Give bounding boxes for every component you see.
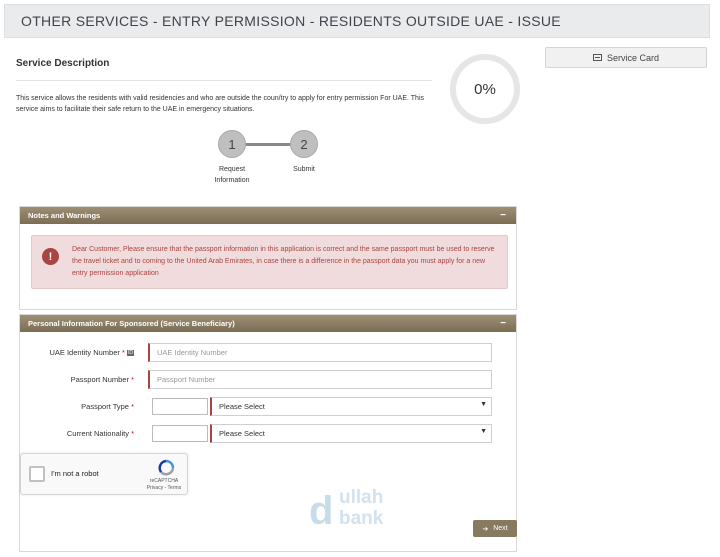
service-card-button[interactable]: Service Card — [545, 47, 707, 68]
exclamation-icon: ! — [42, 248, 59, 265]
step-2-circle: 2 — [290, 130, 318, 158]
required-mark: * — [131, 429, 134, 438]
collapse-icon[interactable]: − — [500, 210, 506, 221]
passport-number-row: Passport Number * — [20, 370, 518, 390]
watermark-logo: d ullah bank — [309, 487, 384, 528]
service-card-label: Service Card — [606, 52, 660, 63]
stepper: 1 2 Request Information Submit — [200, 128, 350, 188]
card-icon — [592, 54, 602, 61]
passport-type-label: Passport Type * — [81, 402, 134, 411]
passport-number-label: Passport Number * — [70, 375, 134, 384]
caret-down-icon: ▼ — [480, 401, 487, 408]
passport-type-select[interactable]: Please Select ▼ — [210, 397, 492, 416]
uae-id-input[interactable] — [148, 343, 492, 362]
notes-panel-title: Notes and Warnings — [28, 211, 101, 220]
alert-text: Dear Customer, Please ensure that the pa… — [72, 246, 495, 277]
nationality-label: Current Nationality * — [66, 429, 134, 438]
recaptcha-label: I'm not a robot — [51, 469, 99, 478]
required-mark: * — [131, 375, 134, 384]
personal-panel-title: Personal Information For Sponsored (Serv… — [28, 319, 235, 328]
next-label: Next — [493, 525, 508, 532]
service-description-title: Service Description — [16, 58, 110, 69]
nationality-select[interactable]: Please Select ▼ — [210, 424, 492, 443]
watermark-line1: ullah — [339, 487, 383, 508]
notes-panel-header[interactable]: Notes and Warnings − — [20, 207, 516, 224]
step-1-label: Request Information — [214, 166, 250, 184]
watermark-line2: bank — [339, 508, 384, 528]
caret-down-icon: ▼ — [480, 428, 487, 435]
progress-indicator: 0% — [450, 54, 520, 124]
required-mark: * — [121, 348, 125, 357]
passport-number-input[interactable] — [148, 370, 492, 389]
passport-type-code-input[interactable] — [152, 398, 208, 415]
recaptcha-logo-icon — [158, 459, 175, 476]
collapse-icon[interactable]: − — [500, 318, 506, 329]
nationality-code-input[interactable] — [152, 425, 208, 442]
step-2-label: Submit — [293, 166, 315, 173]
passport-type-row: Passport Type * Please Select ▼ — [20, 397, 518, 417]
progress-label: 0% — [474, 80, 496, 98]
page-title: OTHER SERVICES - ENTRY PERMISSION - RESI… — [4, 4, 710, 38]
id-card-icon: ID — [127, 350, 134, 356]
warning-alert: ! Dear Customer, Please ensure that the … — [31, 235, 508, 289]
step-1-circle: 1 — [218, 130, 246, 158]
recaptcha-checkbox[interactable] — [29, 466, 45, 482]
recaptcha-links[interactable]: Privacy - Terms — [141, 485, 187, 492]
personal-panel-header[interactable]: Personal Information For Sponsored (Serv… — [20, 315, 516, 332]
required-mark: * — [131, 402, 134, 411]
recaptcha-widget: I'm not a robot reCAPTCHA Privacy - Term… — [20, 453, 188, 495]
recaptcha-brand: reCAPTCHA Privacy - Terms — [141, 478, 187, 492]
uae-id-label: UAE Identity Number * ID — [49, 348, 134, 357]
notes-warnings-panel: Notes and Warnings − ! Dear Customer, Pl… — [19, 206, 517, 310]
next-button[interactable]: ➔ Next — [473, 520, 517, 537]
divider — [16, 80, 432, 81]
arrow-right-icon: ➔ — [482, 525, 489, 533]
personal-info-panel: Personal Information For Sponsored (Serv… — [19, 314, 517, 552]
service-description-text: This service allows the residents with v… — [16, 95, 424, 113]
uae-id-row: UAE Identity Number * ID — [20, 343, 518, 363]
nationality-row: Current Nationality * Please Select ▼ — [20, 424, 518, 444]
watermark-letter: d — [309, 489, 333, 528]
